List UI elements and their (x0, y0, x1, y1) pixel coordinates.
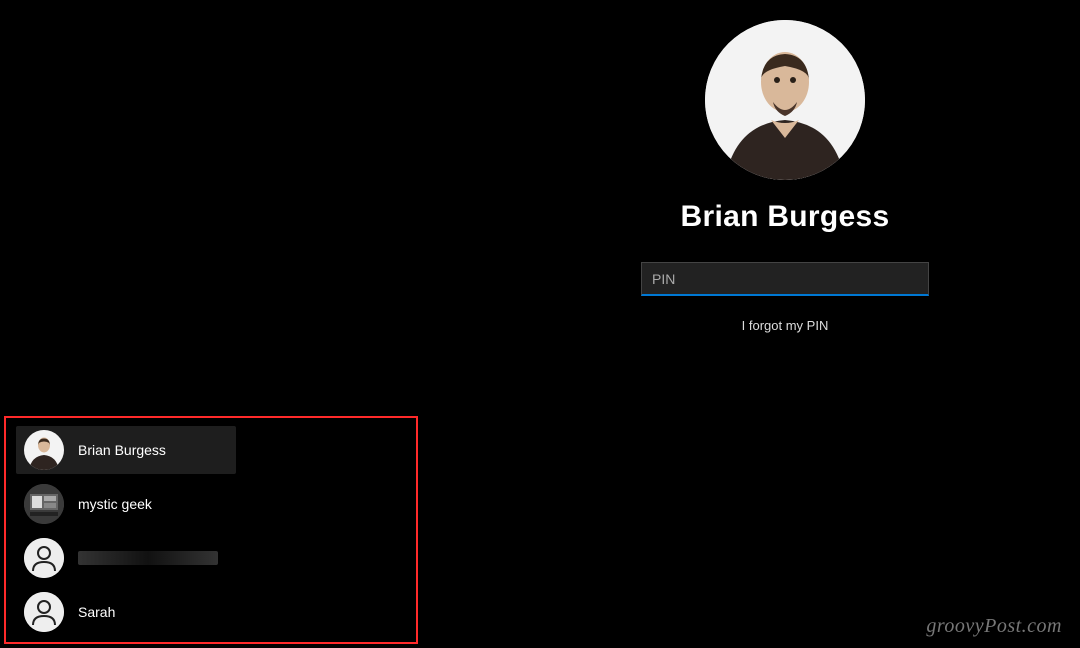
forgot-pin-link[interactable]: I forgot my PIN (742, 318, 829, 333)
login-panel: Brian Burgess I forgot my PIN (610, 20, 960, 333)
avatar (24, 538, 64, 578)
user-label: Sarah (78, 604, 115, 620)
watermark: groovyPost.com (926, 615, 1062, 638)
user-photo-icon (24, 484, 64, 524)
user-option-sarah[interactable]: Sarah (16, 588, 236, 636)
avatar (24, 430, 64, 470)
user-label: mystic geek (78, 496, 152, 512)
user-option-redacted[interactable] (16, 534, 236, 582)
person-icon (24, 538, 64, 578)
user-photo-icon (705, 20, 865, 180)
avatar (705, 20, 865, 180)
user-label (78, 551, 218, 565)
person-icon (24, 592, 64, 632)
user-label: Brian Burgess (78, 442, 166, 458)
avatar (24, 484, 64, 524)
pin-input[interactable] (641, 262, 929, 296)
user-photo-icon (24, 430, 64, 470)
user-option-mystic-geek[interactable]: mystic geek (16, 480, 236, 528)
user-switcher-panel: Brian Burgess mystic geek (4, 416, 418, 644)
avatar (24, 592, 64, 632)
user-option-brian-burgess[interactable]: Brian Burgess (16, 426, 236, 474)
selected-user-name: Brian Burgess (681, 200, 890, 234)
